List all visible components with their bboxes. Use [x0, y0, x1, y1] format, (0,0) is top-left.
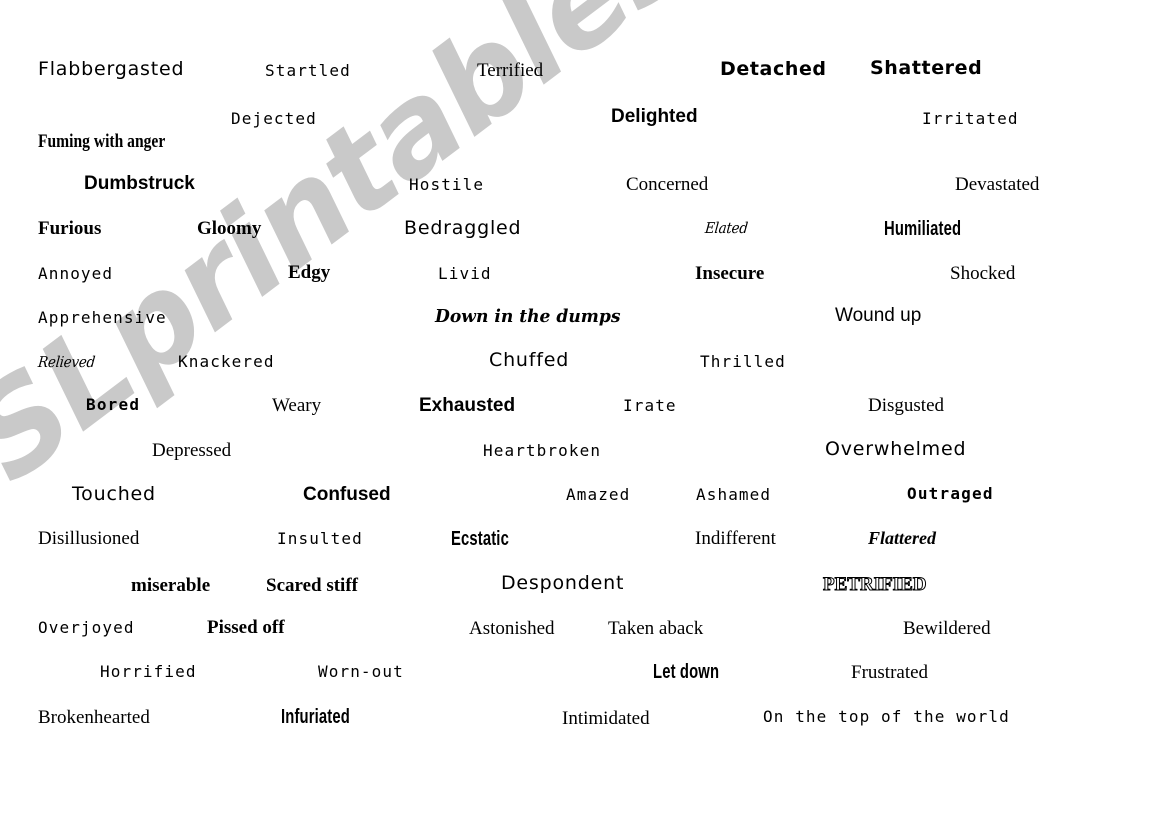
vocabulary-word: Startled — [265, 61, 351, 80]
vocabulary-word: Disillusioned — [38, 528, 140, 549]
vocabulary-word: Intimidated — [562, 708, 650, 729]
vocabulary-word: Exhausted — [419, 395, 516, 416]
vocabulary-word: Worn-out — [318, 662, 404, 681]
vocabulary-word: Weary — [272, 395, 322, 416]
vocabulary-word: Overwhelmed — [825, 438, 967, 460]
vocabulary-word: miserable — [131, 575, 211, 596]
vocabulary-word: Dumbstruck — [84, 173, 195, 194]
vocabulary-word: Apprehensive — [38, 308, 167, 327]
vocabulary-word: Furious — [38, 218, 102, 239]
vocabulary-word: Ecstatic — [451, 528, 509, 550]
vocabulary-word: Confused — [303, 484, 391, 505]
vocabulary-word: Outraged — [907, 484, 994, 503]
vocabulary-word: Amazed — [566, 485, 631, 504]
vocabulary-word: Devastated — [955, 174, 1040, 195]
vocabulary-word: Astonished — [469, 618, 555, 639]
vocabulary-word: Disgusted — [868, 395, 944, 416]
vocabulary-word: Terrified — [477, 60, 544, 81]
vocabulary-word: Delighted — [611, 106, 698, 127]
vocabulary-word: Ashamed — [696, 485, 772, 504]
vocabulary-word: Let down — [653, 661, 720, 683]
vocabulary-word: Detached — [720, 58, 827, 80]
vocabulary-word: Wound up — [835, 305, 922, 326]
vocabulary-word: Horrified — [100, 662, 197, 681]
vocabulary-word: On the top of the world — [763, 707, 1010, 726]
vocabulary-word: Bedraggled — [404, 217, 522, 239]
vocabulary-word: Infuriated — [281, 706, 350, 728]
vocabulary-word: Depressed — [152, 440, 232, 461]
vocabulary-word: Flattered — [868, 528, 936, 548]
vocabulary-word: Annoyed — [38, 264, 114, 283]
vocabulary-word: Relieved — [37, 353, 96, 371]
vocabulary-word: Frustrated — [851, 662, 929, 683]
vocabulary-word: Concerned — [626, 174, 709, 195]
vocabulary-word: Bewildered — [903, 618, 991, 639]
vocabulary-word: Shocked — [950, 263, 1016, 284]
vocabulary-word: Gloomy — [197, 218, 262, 239]
vocabulary-word: Indifferent — [695, 528, 776, 549]
vocabulary-word: Insecure — [695, 263, 765, 284]
vocabulary-word: PETRIFIED — [822, 574, 927, 595]
vocabulary-word: Taken aback — [608, 618, 704, 639]
worksheet-page: ESLprintables.com Flabbergasted Startled T… — [0, 0, 1169, 821]
vocabulary-word: Insulted — [277, 529, 363, 548]
vocabulary-word: Thrilled — [700, 352, 786, 371]
vocabulary-word: Edgy — [288, 262, 331, 283]
vocabulary-word: Irate — [623, 396, 677, 415]
vocabulary-word: Shattered — [870, 57, 983, 79]
vocabulary-word: Chuffed — [489, 349, 570, 371]
vocabulary-word: Dejected — [231, 109, 317, 128]
vocabulary-word: Livid — [438, 264, 492, 283]
vocabulary-word: Touched — [72, 483, 156, 505]
vocabulary-word: Flabbergasted — [38, 58, 185, 80]
vocabulary-word: Despondent — [501, 572, 625, 594]
vocabulary-word: Hostile — [409, 175, 485, 194]
vocabulary-word: Overjoyed — [38, 618, 135, 637]
vocabulary-word: Pissed off — [207, 617, 285, 638]
vocabulary-word: Scared stiff — [266, 575, 358, 596]
vocabulary-word: Bored — [86, 395, 141, 414]
vocabulary-word: Down in the dumps — [435, 306, 621, 327]
vocabulary-word: Brokenhearted — [38, 707, 150, 728]
vocabulary-word: Humiliated — [884, 218, 962, 240]
vocabulary-word: Elated — [704, 219, 749, 237]
vocabulary-word: Heartbroken — [483, 441, 602, 460]
vocabulary-word: Fuming with anger — [38, 131, 166, 152]
vocabulary-word: Knackered — [178, 352, 275, 371]
vocabulary-word: Irritated — [922, 109, 1019, 128]
